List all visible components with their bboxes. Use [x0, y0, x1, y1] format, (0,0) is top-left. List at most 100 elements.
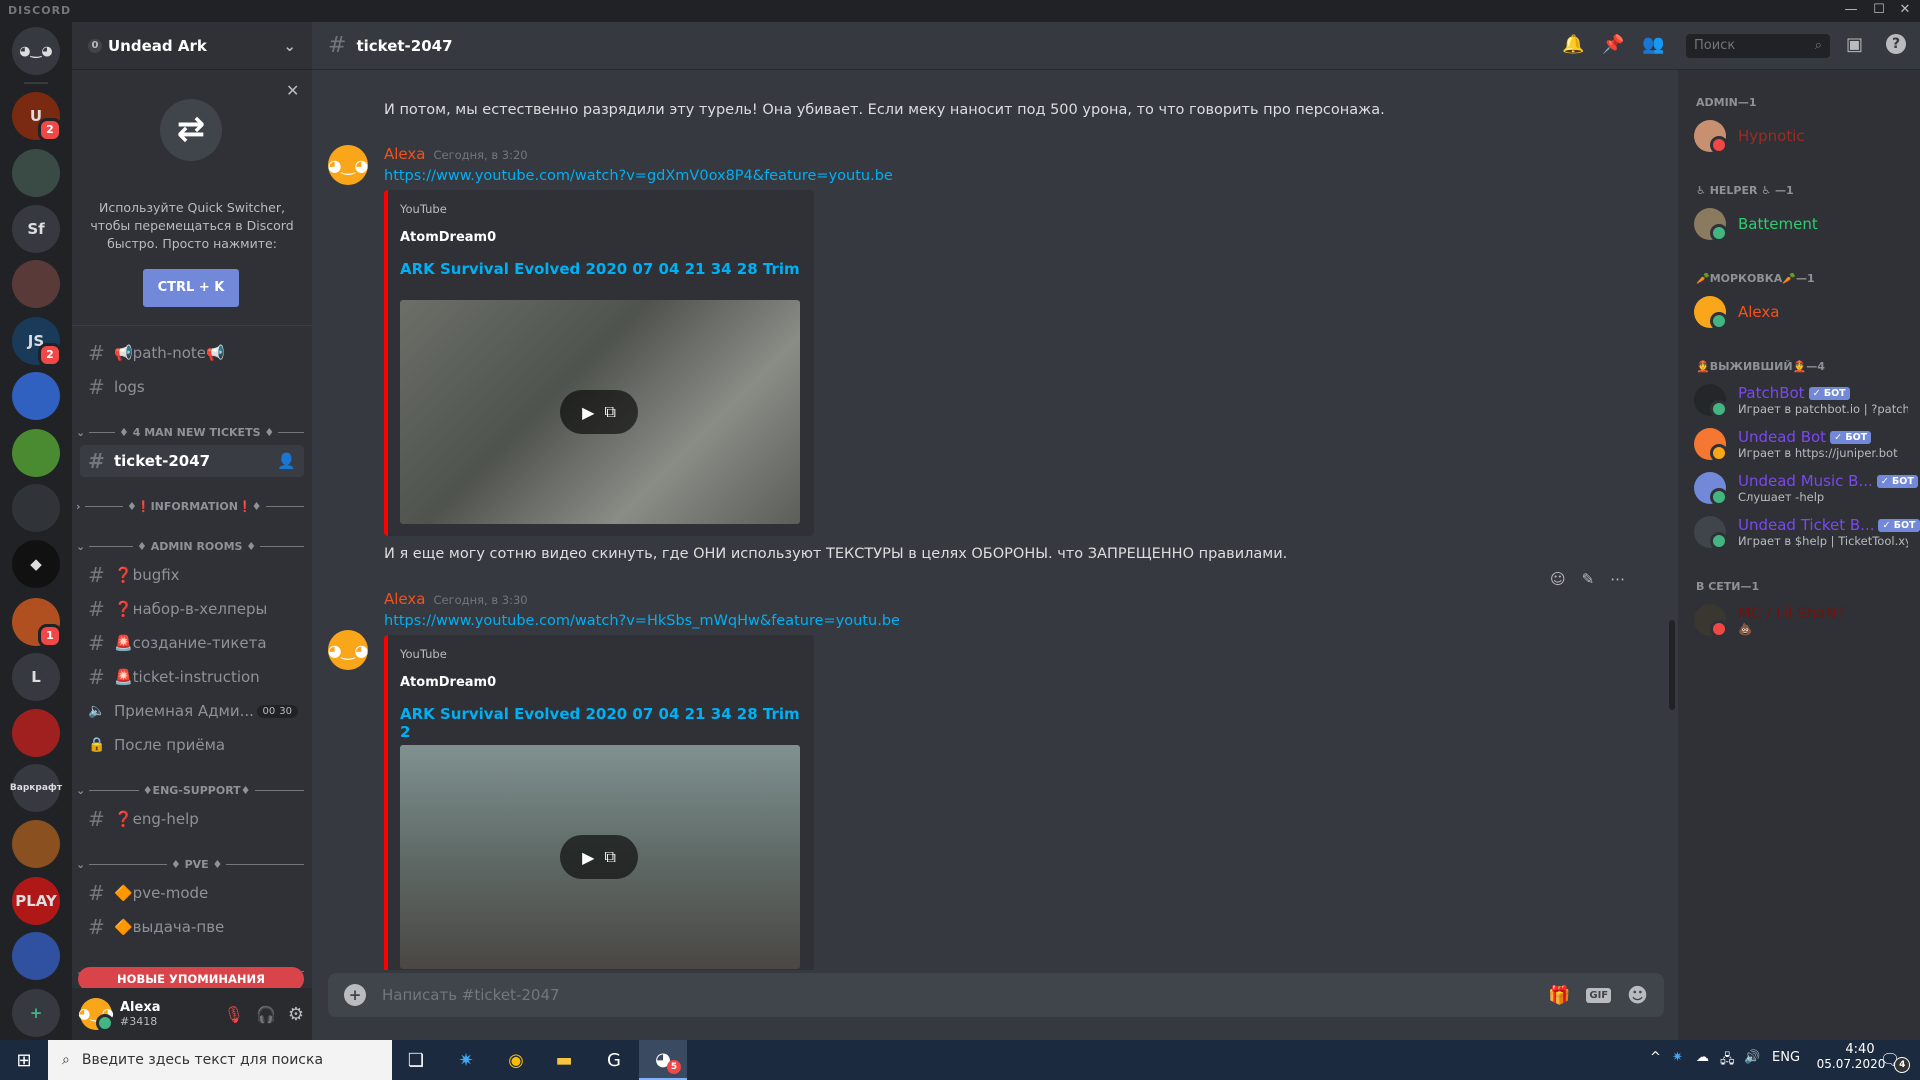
- member-info: PatchBot ✓ БОТ Играет в patchbot.io | ?pat…: [1738, 384, 1908, 416]
- member-name: Undead Music B... ✓ БОТ: [1738, 472, 1918, 490]
- member-item[interactable]: MC / Lil ShaNT 💩: [1694, 600, 1914, 640]
- server-icon[interactable]: ◆: [12, 540, 60, 588]
- add-reaction-icon[interactable]: ☺: [1550, 570, 1566, 588]
- channel-0[interactable]: # 📢path-note📢: [80, 337, 304, 369]
- category-5[interactable]: ⌄ ♦ ADMIN ROOMS ♦: [76, 537, 308, 555]
- gear-icon[interactable]: ⚙: [288, 1004, 304, 1025]
- server-icon[interactable]: JS 2: [12, 317, 62, 367]
- channel-16[interactable]: # 🔶выдача-пве: [80, 911, 304, 943]
- chrome-icon[interactable]: ◉: [492, 1040, 540, 1080]
- volume-icon[interactable]: 🔊: [1744, 1050, 1760, 1065]
- close-window-button[interactable]: ✕: [1890, 2, 1920, 20]
- play-button[interactable]: ▶ ⧉: [560, 835, 638, 879]
- server-icon[interactable]: [12, 932, 60, 980]
- channel-9[interactable]: # 🚨ticket-instruction: [80, 661, 304, 693]
- member-item[interactable]: Alexa: [1694, 292, 1914, 332]
- video-thumbnail[interactable]: ▶ ⧉: [400, 745, 800, 969]
- add-server-icon[interactable]: +: [12, 989, 60, 1037]
- server-icon[interactable]: Варкрафт: [10, 764, 62, 812]
- member-item[interactable]: Undead Music B... ✓ БОТ Слушает -help: [1694, 468, 1918, 508]
- headphones-icon[interactable]: 🎧: [256, 1005, 276, 1024]
- action-center-icon[interactable]: 🗨 4: [1880, 1050, 1911, 1073]
- minimize-button[interactable]: —: [1836, 2, 1866, 20]
- server-icon[interactable]: U2: [12, 92, 62, 142]
- server-icon[interactable]: L: [12, 653, 60, 701]
- discord-home-icon[interactable]: ◕‿◕: [12, 27, 60, 75]
- channel-6[interactable]: # ❓bugfix: [80, 559, 304, 591]
- message-input[interactable]: Написать #ticket-2047: [382, 986, 1532, 1004]
- pin-icon[interactable]: 📌: [1602, 34, 1624, 55]
- channel-10[interactable]: 🔈 Приемная Адми... 00 30: [80, 695, 304, 727]
- battlenet-icon[interactable]: ✷: [442, 1040, 490, 1080]
- category-12[interactable]: ⌄ ♦ENG-SUPPORT♦: [76, 781, 308, 799]
- member-item[interactable]: Undead Bot ✓ БОТ Играет в https://juniper.…: [1694, 424, 1914, 464]
- logitech-icon[interactable]: G: [590, 1040, 638, 1080]
- ctrl-k-button[interactable]: CTRL + K: [143, 269, 239, 307]
- category-14[interactable]: ⌄ ♦ PVE ♦: [76, 855, 308, 873]
- avatar[interactable]: ◕‿◕: [78, 998, 114, 1032]
- message-link[interactable]: https://www.youtube.com/watch?v=gdXmV0ox…: [384, 168, 893, 184]
- server-icon[interactable]: Sf: [12, 205, 60, 253]
- edit-icon[interactable]: ✎: [1582, 570, 1595, 588]
- gift-icon[interactable]: 🎁: [1548, 985, 1570, 1006]
- emoji-icon[interactable]: ☻: [1627, 983, 1648, 1007]
- message-link[interactable]: https://www.youtube.com/watch?v=HkSbs_mW…: [384, 613, 900, 629]
- channel-3[interactable]: # ticket-2047 👤: [80, 445, 304, 477]
- play-button[interactable]: ▶ ⧉: [560, 390, 638, 434]
- add-attachment-icon[interactable]: +: [344, 984, 366, 1006]
- windows-start-icon[interactable]: ⊞: [0, 1040, 48, 1080]
- inbox-icon[interactable]: ▣: [1846, 34, 1863, 55]
- bell-icon[interactable]: 🔔: [1562, 34, 1584, 55]
- language-indicator[interactable]: ENG: [1772, 1050, 1800, 1065]
- category-2[interactable]: ⌄ ♦ 4 MAN NEW TICKETS ♦: [76, 423, 308, 441]
- network-icon[interactable]: 🖧: [1720, 1050, 1735, 1072]
- member-item[interactable]: Battement: [1694, 204, 1914, 244]
- member-item[interactable]: Hypnotic: [1694, 116, 1914, 156]
- channel-8[interactable]: # 🚨создание-тикета: [80, 627, 304, 659]
- help-icon[interactable]: ?: [1886, 34, 1906, 54]
- server-icon[interactable]: [12, 429, 60, 477]
- members-icon[interactable]: 👥: [1642, 34, 1664, 55]
- server-icon[interactable]: [12, 484, 60, 532]
- channel-13[interactable]: # ❓eng-help: [80, 803, 304, 835]
- message-composer[interactable]: + Написать #ticket-2047 🎁 GIF ☻: [328, 973, 1664, 1017]
- server-icon[interactable]: PLAY: [12, 877, 60, 925]
- server-icon[interactable]: 1: [12, 598, 62, 648]
- server-icon[interactable]: [12, 260, 60, 308]
- author-name[interactable]: Alexa: [384, 145, 425, 163]
- member-name-text: PatchBot: [1738, 384, 1805, 402]
- close-icon[interactable]: ✕: [286, 81, 299, 100]
- server-header[interactable]: 0 Undead Ark ⌄: [72, 22, 312, 70]
- hash-icon: #: [88, 665, 105, 689]
- server-icon[interactable]: [12, 820, 60, 868]
- server-icon[interactable]: [12, 372, 60, 420]
- server-icon[interactable]: [12, 149, 60, 197]
- search-input[interactable]: Поиск ⌕: [1686, 34, 1830, 58]
- cloud-icon[interactable]: ☁: [1696, 1050, 1709, 1065]
- embed-title[interactable]: ARK Survival Evolved 2020 07 04 21 34 28…: [400, 260, 800, 278]
- embed-title[interactable]: ARK Survival Evolved 2020 07 04 21 34 28…: [400, 705, 814, 741]
- invite-icon[interactable]: 👤: [277, 452, 296, 470]
- channel-15[interactable]: # 🔶pve-mode: [80, 877, 304, 909]
- video-thumbnail[interactable]: ▶ ⧉: [400, 300, 800, 524]
- battlenet-tray-icon[interactable]: ✷: [1672, 1050, 1683, 1065]
- channel-7[interactable]: # ❓набор-в-хелперы: [80, 593, 304, 625]
- gif-icon[interactable]: GIF: [1586, 987, 1612, 1003]
- channel-11[interactable]: 🔒 После приёма: [80, 729, 304, 761]
- chevron-up-icon[interactable]: ^: [1650, 1050, 1661, 1065]
- taskbar-search-input[interactable]: ⌕ Введите здесь текст для поиска: [48, 1040, 392, 1080]
- discord-taskbar-icon[interactable]: ◕ 5: [639, 1040, 687, 1080]
- more-icon[interactable]: ⋯: [1610, 570, 1625, 588]
- category-4[interactable]: › ♦❗INFORMATION❗♦: [76, 497, 308, 515]
- member-item[interactable]: Undead Ticket B... ✓ БОТ Играет в $help | …: [1694, 512, 1920, 552]
- author-name[interactable]: Alexa: [384, 590, 425, 608]
- server-icon[interactable]: [12, 709, 60, 757]
- avatar[interactable]: ◕‿◕: [328, 145, 368, 185]
- microphone-muted-icon[interactable]: 🎙: [224, 1005, 244, 1024]
- channel-1[interactable]: # logs: [80, 371, 304, 403]
- task-view-icon[interactable]: ❏: [392, 1040, 440, 1080]
- scrollbar[interactable]: [1669, 620, 1675, 710]
- file-explorer-icon[interactable]: ▬: [540, 1040, 588, 1080]
- avatar[interactable]: ◕‿◕: [328, 630, 368, 670]
- member-item[interactable]: PatchBot ✓ БОТ Играет в patchbot.io | ?pat…: [1694, 380, 1914, 420]
